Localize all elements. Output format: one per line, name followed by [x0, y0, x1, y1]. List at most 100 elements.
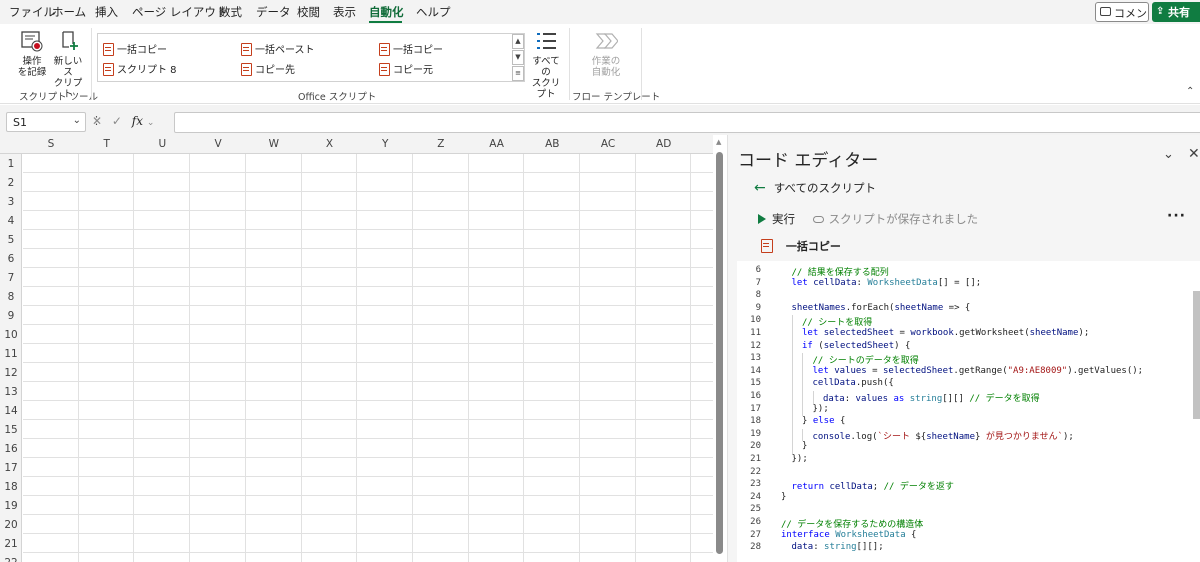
gallery-item-bulk-paste[interactable]: 一括ペースト	[241, 41, 315, 56]
code-line: });	[792, 454, 808, 464]
row-header[interactable]: 13	[0, 386, 22, 398]
script-icon	[241, 63, 252, 76]
column-header[interactable]: W	[246, 138, 302, 150]
column-header[interactable]: U	[134, 138, 190, 150]
row-header[interactable]: 6	[0, 253, 22, 265]
back-to-all-scripts-link[interactable]: ← すべてのスクリプト	[754, 180, 876, 196]
code-token: .getRange(	[953, 365, 1008, 376]
code-area[interactable]: 6 // 結果を保存する配列 7 let cellData: WorksheetDat…	[737, 261, 1200, 562]
run-button[interactable]: 実行	[758, 212, 795, 226]
gallery-scroll-down-button[interactable]: ▼	[512, 50, 524, 65]
record-actions-button[interactable]: 操作 を記録	[16, 29, 48, 78]
formula-input[interactable]	[174, 112, 1200, 133]
column-header[interactable]: AC	[580, 138, 636, 150]
name-box[interactable]: S1 ⌄	[6, 112, 86, 132]
row-header[interactable]: 9	[0, 310, 22, 322]
cell-area[interactable]	[23, 154, 713, 562]
all-scripts-button[interactable]: すべての スクリプト	[528, 29, 564, 100]
gallery-item-label: コピー元	[393, 65, 433, 76]
code-token: cellData	[812, 378, 856, 389]
comment-button[interactable]: コメント	[1095, 2, 1149, 36]
chevron-down-icon[interactable]: ⌄	[1163, 147, 1174, 162]
row-header[interactable]: 14	[0, 405, 22, 417]
chevron-down-icon[interactable]: ⌄	[147, 118, 155, 128]
line-number: 21	[750, 454, 761, 464]
menu-file[interactable]: ファイル	[9, 4, 55, 20]
column-header[interactable]: Y	[357, 138, 413, 150]
code-token: // シートのデータを取得	[812, 356, 919, 367]
share-button[interactable]: ⇪ 共有	[1152, 2, 1200, 22]
row-header[interactable]: 1	[0, 158, 22, 170]
row-header[interactable]: 17	[0, 462, 22, 474]
row-header[interactable]: 3	[0, 196, 22, 208]
menu-help[interactable]: ヘルプ	[416, 4, 451, 20]
menu-data[interactable]: データ	[256, 4, 291, 20]
indent-guide	[812, 391, 814, 404]
row-header[interactable]: 5	[0, 234, 22, 246]
row-header[interactable]: 12	[0, 367, 22, 379]
gallery-item-bulk-copy-1[interactable]: 一括コピー	[103, 41, 167, 56]
gallery-scroll-up-button[interactable]: ▲	[512, 34, 524, 49]
scroll-up-icon[interactable]: ▲	[716, 138, 721, 146]
code-editor-pane: コード エディター ⌄ ✕ ← すべてのスクリプト 実行 スクリプトが保存されまし…	[727, 135, 1200, 562]
row-header[interactable]: 16	[0, 443, 22, 455]
menu-home[interactable]: ホーム	[52, 4, 86, 20]
script-icon	[761, 239, 773, 253]
code-token: .forEach(	[845, 302, 895, 313]
gallery-item-copy-dest[interactable]: コピー先	[241, 61, 295, 76]
grid-vertical-scrollbar[interactable]: ▲	[716, 138, 723, 558]
gallery-expand-button[interactable]: ≡	[512, 66, 524, 81]
menu-insert[interactable]: 挿入	[95, 4, 118, 20]
code-token: // 結果を保存する配列	[791, 268, 889, 278]
column-header[interactable]: Z	[413, 138, 469, 150]
row-header[interactable]: 11	[0, 348, 22, 360]
menu-automate[interactable]: 自動化	[369, 4, 404, 20]
menu-view[interactable]: 表示	[333, 4, 356, 20]
menu-formulas[interactable]: 数式	[219, 4, 242, 20]
cancel-icon[interactable]: ✕	[92, 114, 102, 128]
row-header[interactable]: 15	[0, 424, 22, 436]
gallery-item-script-8[interactable]: スクリプト 8	[103, 61, 177, 76]
automate-work-button[interactable]: 作業の 自動化	[586, 29, 626, 78]
close-icon[interactable]: ✕	[1188, 146, 1200, 162]
column-header[interactable]: AB	[524, 138, 580, 150]
line-number: 28	[750, 542, 761, 553]
row-header[interactable]: 18	[0, 481, 22, 493]
row-header[interactable]: 19	[0, 500, 22, 512]
gallery-item-copy-source[interactable]: コピー元	[379, 61, 433, 76]
row-header[interactable]: 2	[0, 177, 22, 189]
column-header[interactable]: S	[23, 138, 79, 150]
code-token: :	[813, 542, 825, 553]
code-token: =	[894, 328, 911, 338]
code-token: .push({	[855, 378, 894, 389]
column-header[interactable]: AD	[636, 138, 692, 150]
chevron-down-icon[interactable]: ⌄	[73, 115, 81, 126]
code-scrollbar-thumb[interactable]	[1193, 291, 1200, 419]
row-header[interactable]: 20	[0, 519, 22, 531]
row-header[interactable]: 4	[0, 215, 22, 227]
row-header[interactable]: 10	[0, 329, 22, 341]
insert-function-button[interactable]: fx	[132, 114, 143, 128]
row-header[interactable]: 21	[0, 538, 22, 550]
column-header[interactable]: V	[190, 138, 246, 150]
code-token: .log(	[850, 431, 878, 442]
menu-page-layout[interactable]: ページ レイアウト	[132, 4, 227, 20]
confirm-icon[interactable]: ✓	[112, 114, 122, 128]
scrollbar-thumb[interactable]	[716, 152, 723, 554]
row-header[interactable]: 7	[0, 272, 22, 284]
share-label: 共有	[1168, 6, 1190, 19]
row-header[interactable]: 22	[0, 557, 22, 562]
code-token: WorksheetData	[835, 529, 906, 540]
column-header[interactable]: X	[302, 138, 358, 150]
column-header[interactable]: AA	[469, 138, 525, 150]
gallery-item-label: 一括ペースト	[255, 45, 315, 56]
code-token: {	[905, 529, 917, 540]
menu-review[interactable]: 校閲	[297, 4, 320, 20]
collapse-ribbon-icon[interactable]: ⌃	[1186, 86, 1194, 97]
gallery-item-bulk-copy-2[interactable]: 一括コピー	[379, 41, 443, 56]
column-header[interactable]: T	[79, 138, 135, 150]
row-header[interactable]: 8	[0, 291, 22, 303]
code-token: values	[834, 365, 867, 376]
code-token: data	[791, 542, 814, 553]
more-options-button[interactable]: ···	[1167, 208, 1186, 224]
